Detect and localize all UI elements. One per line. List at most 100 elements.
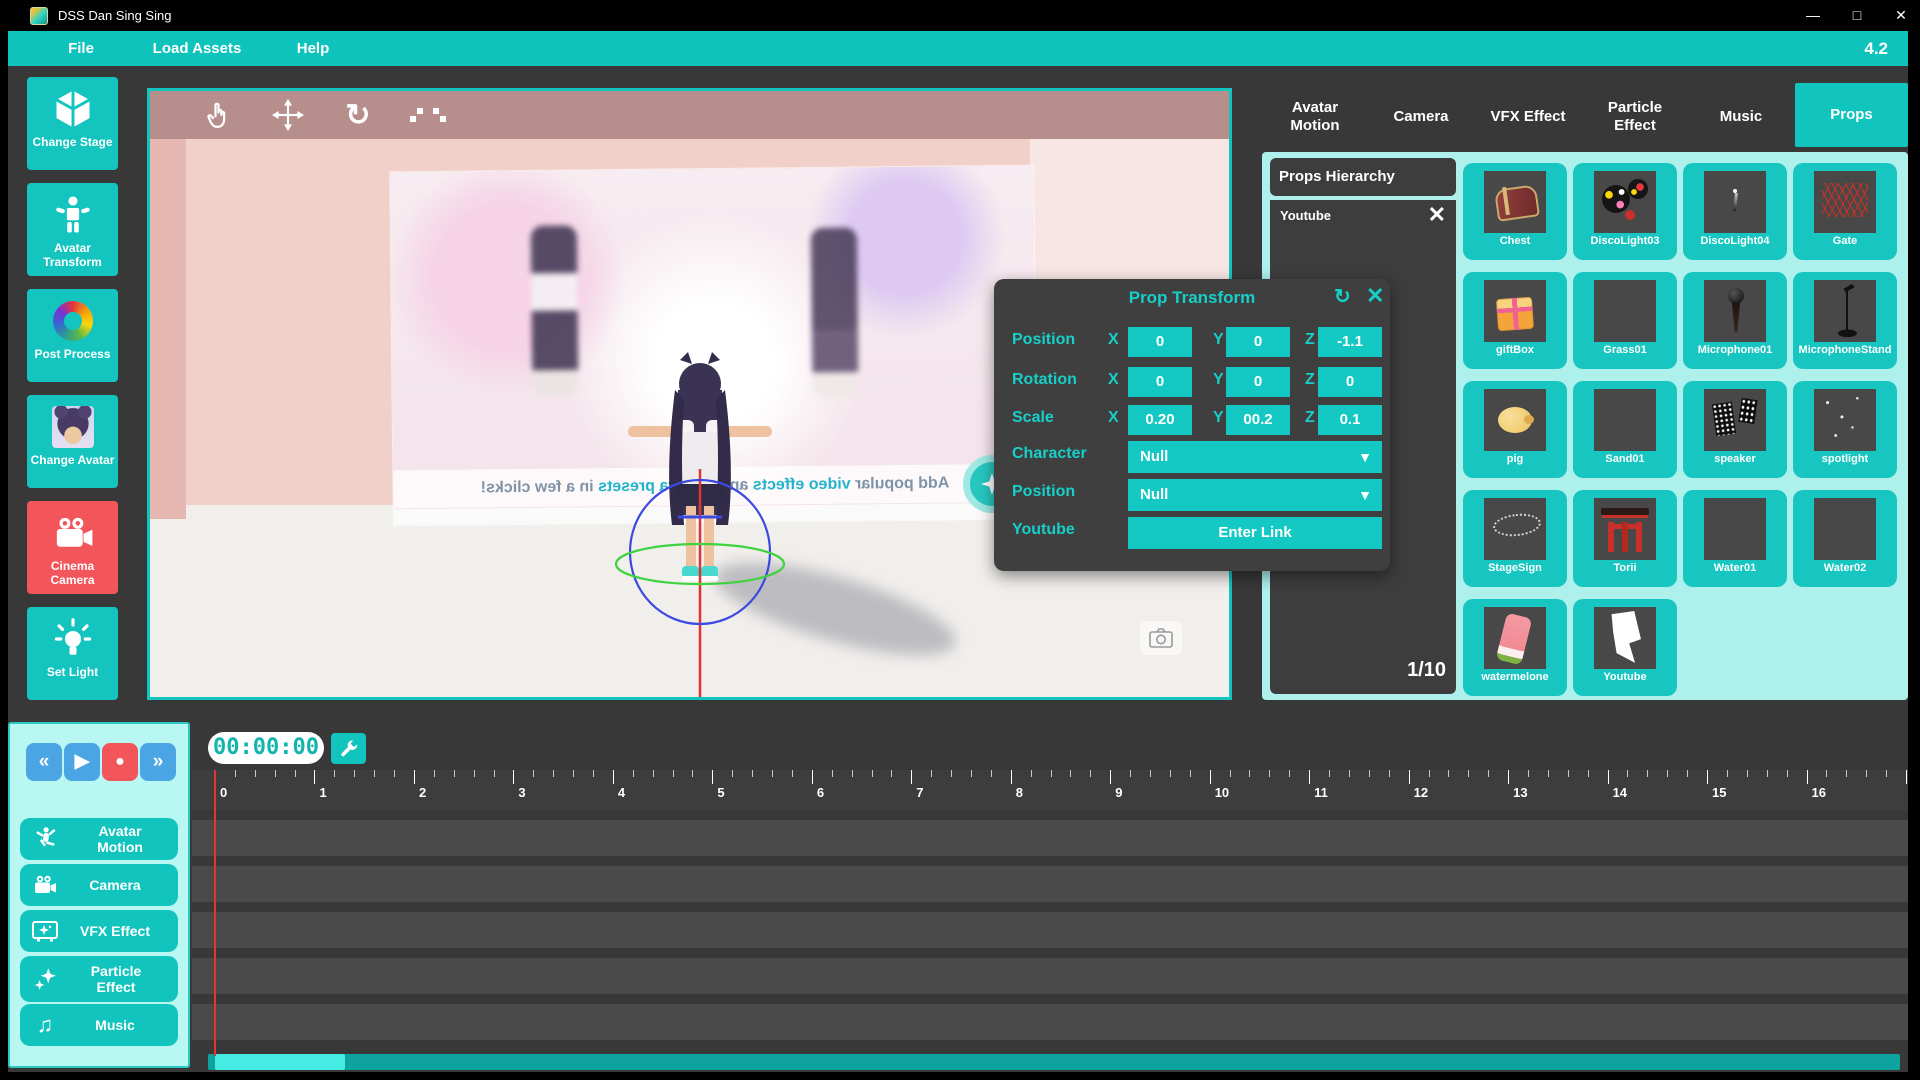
- prop-tile-Water01[interactable]: Water01: [1683, 490, 1787, 587]
- prop-tile-DiscoLight04[interactable]: DiscoLight04: [1683, 163, 1787, 260]
- enter-link-button[interactable]: Enter Link: [1128, 517, 1382, 549]
- ruler-minor-tick: [1349, 770, 1350, 777]
- timeline-settings-button[interactable]: [331, 733, 366, 764]
- prop-tile-StageSign[interactable]: StageSign: [1463, 490, 1567, 587]
- move-tool-icon[interactable]: [270, 97, 306, 133]
- hand-tool-icon[interactable]: [200, 97, 236, 133]
- track-lane-camera[interactable]: [192, 866, 1908, 902]
- change-stage-button[interactable]: Change Stage: [27, 77, 118, 170]
- prop-tile-Grass01[interactable]: Grass01: [1573, 272, 1677, 369]
- attach-position-row: Position Null ▼: [994, 479, 1390, 511]
- skip-back-button[interactable]: «: [26, 743, 62, 781]
- rotation-z-field[interactable]: 0: [1318, 367, 1382, 397]
- minimize-button[interactable]: —: [1798, 4, 1828, 26]
- scale-tool-icon[interactable]: [410, 97, 446, 133]
- ruler-minor-tick: [1826, 770, 1827, 777]
- timeline-scrollbar-track[interactable]: [208, 1054, 1900, 1070]
- track-lane-avatar-motion[interactable]: [192, 820, 1908, 856]
- track-button-vfx-effect[interactable]: VFX Effect: [20, 910, 178, 952]
- scale-x-field[interactable]: 0.20: [1128, 405, 1192, 435]
- ruler-label: 3: [518, 785, 525, 800]
- prop-tile-Youtube[interactable]: Youtube: [1573, 599, 1677, 696]
- track-label: VFX Effect: [62, 923, 168, 939]
- prop-tile-MicrophoneStand[interactable]: MicrophoneStand: [1793, 272, 1897, 369]
- position-y-field[interactable]: 0: [1226, 327, 1290, 357]
- refresh-icon[interactable]: ↻: [1334, 284, 1351, 309]
- playhead[interactable]: [214, 770, 216, 1056]
- hierarchy-item-youtube[interactable]: Youtube: [1280, 208, 1331, 223]
- prop-tile-Chest[interactable]: Chest: [1463, 163, 1567, 260]
- record-button[interactable]: ●: [102, 743, 138, 781]
- ruler-minor-tick: [1329, 770, 1330, 777]
- lightbulb-icon: [50, 616, 96, 662]
- post-process-button[interactable]: Post Process: [27, 289, 118, 382]
- menu-file[interactable]: File: [48, 31, 114, 66]
- prop-tile-pig[interactable]: pig: [1463, 381, 1567, 478]
- menu-help[interactable]: Help: [280, 31, 346, 66]
- tab-vfx-effect[interactable]: VFX Effect: [1478, 88, 1578, 146]
- ruler-minor-tick: [394, 770, 395, 777]
- scale-y-field[interactable]: 00.2: [1226, 405, 1290, 435]
- microphone-thumbnail: [1704, 280, 1766, 342]
- prop-label: speaker: [1683, 453, 1787, 465]
- track-lane-vfx-effect[interactable]: [192, 912, 1908, 948]
- rotate-tool-icon[interactable]: ↻: [340, 97, 376, 133]
- prop-tile-speaker[interactable]: speaker: [1683, 381, 1787, 478]
- tab-camera[interactable]: Camera: [1374, 88, 1468, 146]
- scale-row: Scale X 0.20 Y 00.2 Z 0.1: [994, 405, 1390, 435]
- ruler-tick: [1210, 770, 1211, 784]
- ruler-minor-tick: [852, 770, 853, 777]
- youtube-row: Youtube Enter Link: [994, 517, 1390, 549]
- cinema-camera-button[interactable]: Cinema Camera: [27, 501, 118, 594]
- dialog-close-icon[interactable]: ✕: [1366, 283, 1384, 309]
- prop-tile-Microphone01[interactable]: Microphone01: [1683, 272, 1787, 369]
- track-button-camera[interactable]: Camera: [20, 864, 178, 906]
- play-button[interactable]: ▶: [64, 743, 100, 781]
- attach-position-dropdown[interactable]: Null ▼: [1128, 479, 1382, 511]
- ruler-minor-tick: [1787, 770, 1788, 777]
- rotation-y-field[interactable]: 0: [1226, 367, 1290, 397]
- chevron-down-icon: ▼: [1358, 479, 1372, 511]
- close-button[interactable]: ✕: [1886, 4, 1916, 26]
- skip-forward-button[interactable]: »: [140, 743, 176, 781]
- prop-label: Chest: [1463, 235, 1567, 247]
- ruler-label: 2: [419, 785, 426, 800]
- transform-gizmo[interactable]: [580, 439, 820, 697]
- timeline-ruler[interactable]: 01234567891011121314151617: [192, 770, 1908, 810]
- timeline-scrollbar-thumb[interactable]: [215, 1054, 345, 1070]
- ruler-tick: [613, 770, 614, 784]
- position-x-field[interactable]: 0: [1128, 327, 1192, 357]
- character-dropdown[interactable]: Null ▼: [1128, 441, 1382, 473]
- menu-bar: File Load Assets Help 4.2: [8, 31, 1908, 66]
- set-light-button[interactable]: Set Light: [27, 607, 118, 700]
- tab-props[interactable]: Props: [1795, 83, 1908, 147]
- tab-particle-effect[interactable]: Particle Effect: [1588, 88, 1682, 146]
- tab-music[interactable]: Music: [1694, 88, 1788, 146]
- track-button-music[interactable]: ♫ Music: [20, 1004, 178, 1046]
- menu-load-assets[interactable]: Load Assets: [126, 31, 268, 66]
- track-lane-music[interactable]: [192, 1004, 1908, 1040]
- track-button-particle-effect[interactable]: Particle Effect: [20, 956, 178, 1002]
- snapshot-camera-icon[interactable]: [1140, 621, 1182, 655]
- prop-tile-giftBox[interactable]: giftBox: [1463, 272, 1567, 369]
- character-row: Character Null ▼: [994, 441, 1390, 473]
- scale-z-field[interactable]: 0.1: [1318, 405, 1382, 435]
- prop-tile-Gate[interactable]: Gate: [1793, 163, 1897, 260]
- prop-tile-Sand01[interactable]: Sand01: [1573, 381, 1677, 478]
- prop-tile-watermelone[interactable]: watermelone: [1463, 599, 1567, 696]
- viewport-toolbar: ↻: [150, 91, 1229, 139]
- prop-tile-spotlight[interactable]: spotlight: [1793, 381, 1897, 478]
- track-lane-particle-effect[interactable]: [192, 958, 1908, 994]
- rotation-x-field[interactable]: 0: [1128, 367, 1192, 397]
- change-avatar-button[interactable]: Change Avatar: [27, 395, 118, 488]
- avatar-transform-button[interactable]: Avatar Transform: [27, 183, 118, 276]
- hierarchy-item-close-icon[interactable]: ✕: [1428, 202, 1446, 228]
- prop-tile-DiscoLight03[interactable]: DiscoLight03: [1573, 163, 1677, 260]
- tab-avatar-motion[interactable]: Avatar Motion: [1268, 88, 1362, 146]
- prop-tile-Water02[interactable]: Water02: [1793, 490, 1897, 587]
- position-z-field[interactable]: -1.1: [1318, 327, 1382, 357]
- prop-tile-Torii[interactable]: Torii: [1573, 490, 1677, 587]
- track-button-avatar-motion[interactable]: Avatar Motion: [20, 818, 178, 860]
- maximize-button[interactable]: □: [1842, 4, 1872, 26]
- position-label: Position: [1012, 331, 1075, 349]
